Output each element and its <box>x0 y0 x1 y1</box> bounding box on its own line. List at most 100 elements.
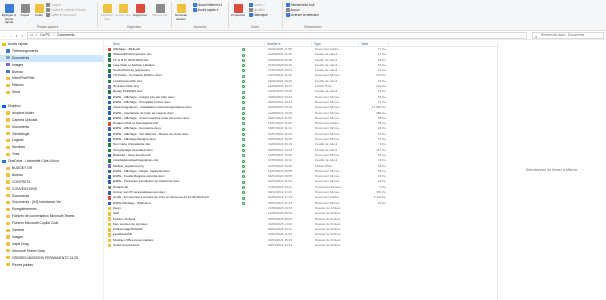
recent-locations-icon[interactable]: ▾ <box>14 33 19 39</box>
sync-status-icon <box>242 196 245 200</box>
easy-access-button[interactable]: Accès rapide ▾ <box>193 8 218 13</box>
organize-group-label: Organiser <box>127 25 141 29</box>
forward-arrow-icon[interactable]: → <box>8 33 13 39</box>
folder-icon <box>6 138 10 143</box>
excel-icon <box>108 79 112 84</box>
sync-status-icon <box>242 201 245 205</box>
sidebar-item[interactable]: Logiciel <box>0 137 103 144</box>
pdf-icon <box>108 196 112 200</box>
download-icon <box>6 49 10 53</box>
sidebar-item-label: Camera Uploads <box>12 117 38 122</box>
rename-icon <box>155 4 165 13</box>
sync-status-icon <box>242 170 245 174</box>
sidebar-item[interactable]: Images <box>0 62 103 69</box>
sidebar-item[interactable]: OneDrive - Université Côte d'Azur <box>0 158 103 165</box>
sidebar-item[interactable]: Dropbox <box>0 103 103 110</box>
up-arrow-icon[interactable]: ↑ <box>20 33 25 39</box>
word-icon <box>108 95 112 100</box>
navigation-pane: Accès rapide Téléchargements Documents Imag… <box>0 41 104 300</box>
sidebar-item[interactable]: Généalogie <box>0 131 103 138</box>
word-icon <box>108 106 112 110</box>
sidebar-item-label: Bureau <box>12 172 23 177</box>
sidebar-item[interactable]: Mission <box>0 82 103 89</box>
sidebar-item[interactable]: Inspé Drag <box>0 241 103 248</box>
paste-shortcut-button[interactable]: Coller le raccourci <box>46 13 76 18</box>
select-none-icon <box>286 8 290 12</box>
sidebar-item-label: Enregistrements <box>12 207 37 212</box>
folder-icon <box>6 118 10 122</box>
sidebar-item[interactable]: Bureau <box>0 172 103 179</box>
desktop-icon <box>6 70 10 74</box>
document-icon <box>6 56 10 60</box>
pin-icon <box>4 4 14 13</box>
sidebar-item[interactable]: Bureau <box>0 69 103 76</box>
pc-icon: ▭ <box>30 33 34 37</box>
sidebar-item[interactable]: Nicolhas <box>0 144 103 151</box>
sidebar-item[interactable]: Word <box>0 89 103 96</box>
sidebar-item-label: OneDrive - Université Côte d'Azur <box>8 159 59 164</box>
sidebar-item[interactable]: CONVENTIONS <box>0 186 103 193</box>
folder-icon <box>6 187 10 191</box>
image-icon <box>108 164 112 169</box>
invert-selection-button[interactable]: Inverser la sélection <box>286 13 319 18</box>
folder-icon <box>108 233 112 237</box>
address-bar[interactable]: ▭ › Ce PC › Documents <box>27 32 527 39</box>
search-icon: ⌕ <box>535 33 538 39</box>
sidebar-item-label: BUDGET OR <box>12 166 33 171</box>
sidebar-item[interactable]: dropbox-folder <box>0 110 103 117</box>
rename-button[interactable]: Renommer <box>152 3 168 23</box>
ribbon-separator <box>97 2 98 28</box>
sync-status-icon <box>242 127 245 131</box>
word-icon <box>108 132 112 137</box>
back-arrow-icon[interactable]: ← <box>2 33 7 39</box>
file-row[interactable]: Scans-Impressions 03/04/2024 10:51 Dossier… <box>105 243 497 248</box>
search-input[interactable]: ⌕ Rechercher dans : Documents <box>532 32 604 39</box>
sidebar-item[interactable]: MicroPhotFilter <box>0 75 103 82</box>
sidebar-item-label: Logiciel <box>12 138 24 143</box>
breadcrumb-documents[interactable]: Documents <box>57 33 74 37</box>
sidebar-item[interactable]: Pièces jointes <box>0 262 103 269</box>
paste-button[interactable]: Coller <box>31 3 47 23</box>
folder-icon <box>6 201 10 205</box>
move-to-button[interactable]: Déplacer vers <box>99 3 115 23</box>
preview-message: Sélectionnez un fichier à afficher. <box>525 168 579 172</box>
sidebar-item[interactable]: Accès rapide <box>0 41 103 48</box>
word-icon <box>108 137 112 142</box>
properties-button[interactable]: Propriétés <box>230 3 246 23</box>
history-button[interactable]: Historique <box>249 13 268 18</box>
folder-icon <box>6 145 10 150</box>
file-name: Scans-Impressions <box>113 242 140 247</box>
sidebar-item[interactable]: General <box>0 227 103 234</box>
sidebar-item[interactable]: Documents - [IUI] Interdance Vie <box>0 199 103 206</box>
sidebar-item-label: Microsoft Teams Data <box>12 248 45 253</box>
sidebar-item[interactable]: Fichiers Microsoft Copilot Chat <box>0 220 103 227</box>
sidebar-item[interactable]: Yves <box>0 151 103 158</box>
excel-icon <box>108 58 112 63</box>
sidebar-item-label: Documents <box>12 55 30 60</box>
excel-icon <box>108 69 112 73</box>
new-folder-button[interactable]: Nouveau dossier <box>173 3 189 23</box>
sidebar-item[interactable]: BUDGET OR <box>0 165 103 172</box>
breadcrumb-this-pc[interactable]: Ce PC <box>40 33 50 37</box>
sidebar-item-label: Word <box>12 90 21 95</box>
ribbon: Épingler à Accès rapide Copier Coller Co… <box>0 0 606 31</box>
sidebar-item[interactable]: CONTRATS <box>0 179 103 186</box>
sync-status-icon <box>242 159 245 163</box>
sidebar-item[interactable]: Documents <box>0 54 103 62</box>
sidebar-item[interactable]: Documents <box>0 124 103 131</box>
sidebar-item[interactable]: Microsoft Teams Data <box>0 248 103 255</box>
copy-to-button[interactable]: Copier vers <box>115 3 131 23</box>
path-icon <box>46 8 50 12</box>
sidebar-item[interactable]: Fichiers de conversation Microsoft Teams <box>0 213 103 220</box>
select-group-label: Sélectionner <box>304 25 322 29</box>
sidebar-item[interactable]: ORDRES MISSIONS PERMANENTS 24-25 <box>0 255 103 262</box>
sidebar-item[interactable]: Images <box>0 234 103 241</box>
delete-button[interactable]: Supprimer <box>132 3 148 23</box>
word-icon <box>108 127 112 131</box>
sidebar-item[interactable]: Camera Uploads <box>0 117 103 124</box>
sidebar-item[interactable]: Téléchargements <box>0 48 103 55</box>
sidebar-item[interactable]: Documents <box>0 193 103 200</box>
word-icon <box>108 100 112 105</box>
sidebar-item[interactable]: Enregistrements <box>0 206 103 213</box>
pin-quick-access-button[interactable]: Épingler à Accès rapide <box>1 3 17 24</box>
